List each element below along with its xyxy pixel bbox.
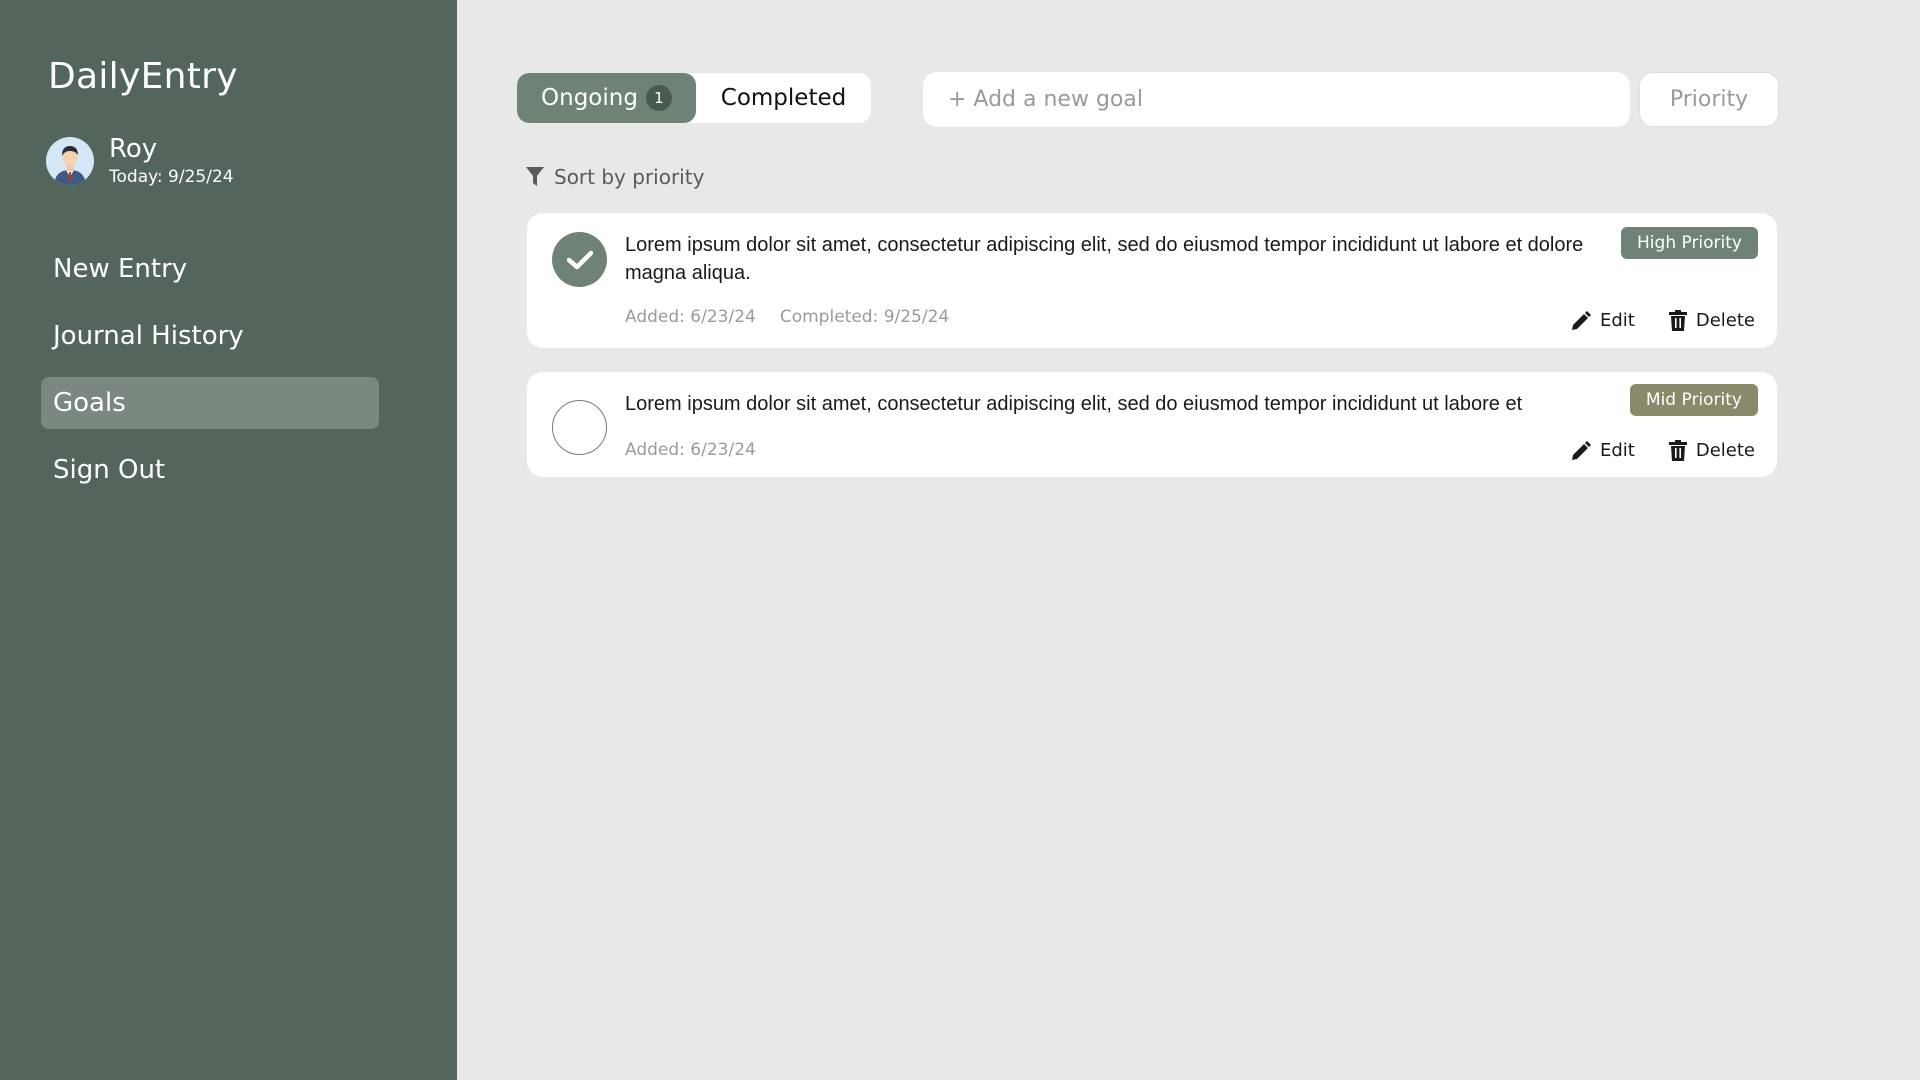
sort-label: Sort by priority	[554, 165, 705, 189]
edit-label: Edit	[1599, 440, 1635, 461]
pencil-icon	[1571, 310, 1591, 330]
goal-tabs: Ongoing 1 Completed	[517, 73, 871, 123]
avatar	[46, 137, 94, 185]
priority-badge: Mid Priority	[1629, 384, 1758, 416]
sidebar-item-new-entry[interactable]: New Entry	[41, 243, 379, 295]
trash-icon	[1668, 310, 1687, 331]
add-goal-input[interactable]	[923, 72, 1630, 127]
ongoing-count-badge: 1	[645, 85, 672, 111]
checkmark-icon	[566, 250, 593, 269]
sidebar-nav: New Entry Journal History Goals Sign Out	[41, 243, 379, 511]
user-name: Roy	[109, 134, 158, 164]
delete-label: Delete	[1695, 440, 1755, 461]
user-avatar-icon	[46, 137, 94, 185]
goal-complete-toggle[interactable]	[552, 232, 607, 287]
edit-button[interactable]: Edit	[1571, 440, 1635, 461]
goal-card: Lorem ipsum dolor sit amet, consectetur …	[527, 372, 1777, 477]
goal-meta: Added: 6/23/24 Completed: 9/25/24	[625, 307, 949, 327]
goal-actions: Edit Delete	[1571, 310, 1755, 331]
goal-added-date: Added: 6/23/24	[625, 307, 756, 327]
tab-ongoing-label: Ongoing	[541, 85, 638, 111]
tab-ongoing[interactable]: Ongoing 1	[517, 73, 696, 123]
goal-added-date: Added: 6/23/24	[625, 440, 756, 460]
priority-badge: High Priority	[1621, 227, 1758, 259]
sidebar-item-goals[interactable]: Goals	[41, 377, 379, 429]
trash-icon	[1668, 440, 1687, 461]
edit-label: Edit	[1599, 310, 1635, 331]
goal-card: Lorem ipsum dolor sit amet, consectetur …	[527, 213, 1777, 348]
main-content: Ongoing 1 Completed Priority Sort by pri…	[457, 0, 1920, 1080]
goal-completed-date: Completed: 9/25/24	[779, 307, 950, 327]
pencil-icon	[1571, 440, 1591, 460]
user-block: Roy Today: 9/25/24	[46, 134, 234, 188]
filter-icon	[526, 167, 544, 186]
delete-label: Delete	[1695, 310, 1755, 331]
delete-button[interactable]: Delete	[1668, 440, 1755, 461]
sidebar: DailyEntry Roy Today: 9/25/24 New Entry …	[0, 0, 457, 1080]
sidebar-item-journal-history[interactable]: Journal History	[41, 310, 379, 362]
goal-text: Lorem ipsum dolor sit amet, consectetur …	[625, 393, 1523, 415]
goal-complete-toggle[interactable]	[552, 400, 607, 455]
goal-actions: Edit Delete	[1571, 440, 1755, 461]
delete-button[interactable]: Delete	[1668, 310, 1755, 331]
goal-meta: Added: 6/23/24	[625, 440, 756, 460]
goal-text: Lorem ipsum dolor sit amet, consectetur …	[625, 234, 1584, 284]
edit-button[interactable]: Edit	[1571, 310, 1635, 331]
sidebar-item-sign-out[interactable]: Sign Out	[41, 444, 379, 496]
sort-by-priority-button[interactable]: Sort by priority	[526, 165, 704, 189]
tab-completed[interactable]: Completed	[696, 73, 871, 123]
app-title: DailyEntry	[48, 56, 238, 97]
priority-select[interactable]: Priority	[1639, 72, 1779, 127]
today-date: Today: 9/25/24	[109, 167, 234, 187]
